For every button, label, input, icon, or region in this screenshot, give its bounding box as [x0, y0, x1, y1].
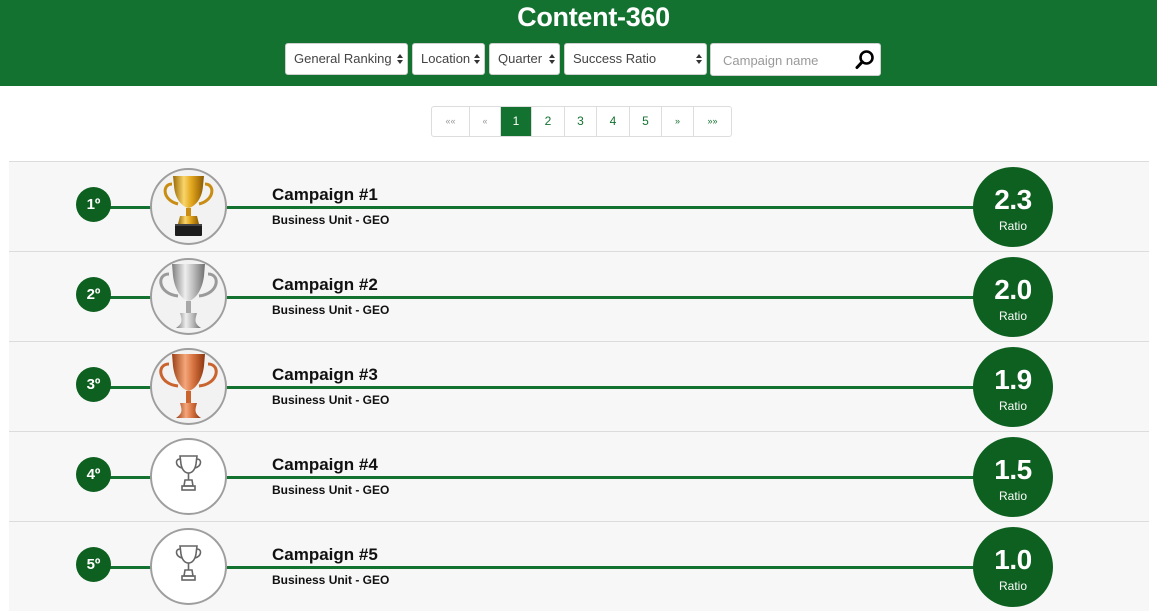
outline-trophy-icon	[150, 528, 227, 605]
ratio-value: 2.0	[994, 274, 1032, 305]
rank-badge: 5º	[76, 547, 111, 582]
select-arrows-icon	[397, 54, 403, 64]
general-ranking-select-label: General Ranking	[294, 51, 392, 66]
ratio-label: Ratio	[998, 309, 1027, 323]
quarter-select[interactable]: Quarter	[489, 43, 560, 75]
campaign-row[interactable]: 3º Campaign #3 Business Unit - GEO 1.9 R	[9, 341, 1149, 431]
ratio-label: Ratio	[998, 219, 1027, 233]
row-connector-line	[99, 386, 1049, 389]
campaign-row[interactable]: 5º Campaign #5 Business Unit - GEO 1.0 R…	[9, 521, 1149, 611]
campaign-row[interactable]: 2º Campaign #2 Business Unit - GEO 2.0 R	[9, 251, 1149, 341]
rank-badge: 2º	[76, 277, 111, 312]
page-link-5[interactable]: 5	[629, 107, 661, 136]
row-connector-line	[99, 476, 1049, 479]
last-page-link[interactable]: »»	[693, 107, 731, 136]
ratio-badge: 2.3 Ratio	[973, 167, 1053, 247]
rank-badge: 1º	[76, 187, 111, 222]
campaign-row[interactable]: 4º Campaign #4 Business Unit - GEO 1.5 R…	[9, 431, 1149, 521]
app-title: Content-360	[517, 2, 670, 32]
campaign-business-unit: Business Unit - GEO	[272, 393, 390, 407]
page-link-3[interactable]: 3	[564, 107, 596, 136]
ratio-badge: 1.9 Ratio	[973, 347, 1053, 427]
success-ratio-select[interactable]: Success Ratio	[564, 43, 707, 75]
campaign-ranking-list: 1º Campaign #1 Business Unit - GEO 2.3 R…	[9, 161, 1149, 611]
campaign-name: Campaign #5	[272, 545, 378, 564]
campaign-name: Campaign #4	[272, 455, 378, 474]
rank-badge: 3º	[76, 367, 111, 402]
row-connector-line	[99, 296, 1049, 299]
campaign-name: Campaign #2	[272, 275, 378, 294]
prev-page-link[interactable]: «	[469, 107, 500, 136]
campaign-name: Campaign #1	[272, 185, 378, 204]
general-ranking-select[interactable]: General Ranking	[285, 43, 408, 75]
campaign-search-input[interactable]	[711, 44, 860, 77]
pagination: «« « 1 2 3 4 5 » »»	[431, 106, 732, 137]
campaign-name: Campaign #3	[272, 365, 378, 384]
ratio-label: Ratio	[998, 489, 1027, 503]
select-arrows-icon	[696, 54, 702, 64]
ratio-value: 1.9	[994, 364, 1032, 395]
silver-trophy-icon	[150, 258, 227, 335]
campaign-business-unit: Business Unit - GEO	[272, 573, 390, 587]
header-bar: Content-360 General Ranking Location Qua…	[0, 0, 1157, 86]
location-select-label: Location	[421, 51, 471, 66]
select-arrows-icon	[474, 54, 480, 64]
campaign-business-unit: Business Unit - GEO	[272, 483, 390, 497]
campaign-business-unit: Business Unit - GEO	[272, 213, 390, 227]
bronze-trophy-icon	[150, 348, 227, 425]
search-icon[interactable]	[854, 49, 876, 71]
row-connector-line	[99, 206, 1049, 209]
ratio-value: 1.5	[994, 454, 1032, 485]
location-select[interactable]: Location	[412, 43, 485, 75]
gold-trophy-icon	[150, 168, 227, 245]
page-link-1[interactable]: 1	[500, 107, 531, 136]
row-connector-line	[99, 566, 1049, 569]
ratio-badge: 1.5 Ratio	[973, 437, 1053, 517]
campaign-business-unit: Business Unit - GEO	[272, 303, 390, 317]
rank-badge: 4º	[76, 457, 111, 492]
ratio-label: Ratio	[998, 399, 1027, 413]
ratio-badge: 1.0 Ratio	[973, 527, 1053, 607]
select-arrows-icon	[549, 54, 555, 64]
page-link-4[interactable]: 4	[596, 107, 629, 136]
outline-trophy-icon	[150, 438, 227, 515]
page-link-2[interactable]: 2	[531, 107, 564, 136]
next-page-link[interactable]: »	[661, 107, 693, 136]
ratio-value: 1.0	[994, 544, 1032, 575]
campaign-row[interactable]: 1º Campaign #1 Business Unit - GEO 2.3 R…	[9, 161, 1149, 251]
quarter-select-label: Quarter	[498, 51, 543, 66]
ratio-value: 2.3	[994, 184, 1032, 215]
ratio-badge: 2.0 Ratio	[973, 257, 1053, 337]
first-page-link[interactable]: ««	[432, 107, 469, 136]
ratio-label: Ratio	[998, 579, 1027, 593]
campaign-search	[710, 43, 881, 77]
success-ratio-select-label: Success Ratio	[573, 51, 657, 66]
